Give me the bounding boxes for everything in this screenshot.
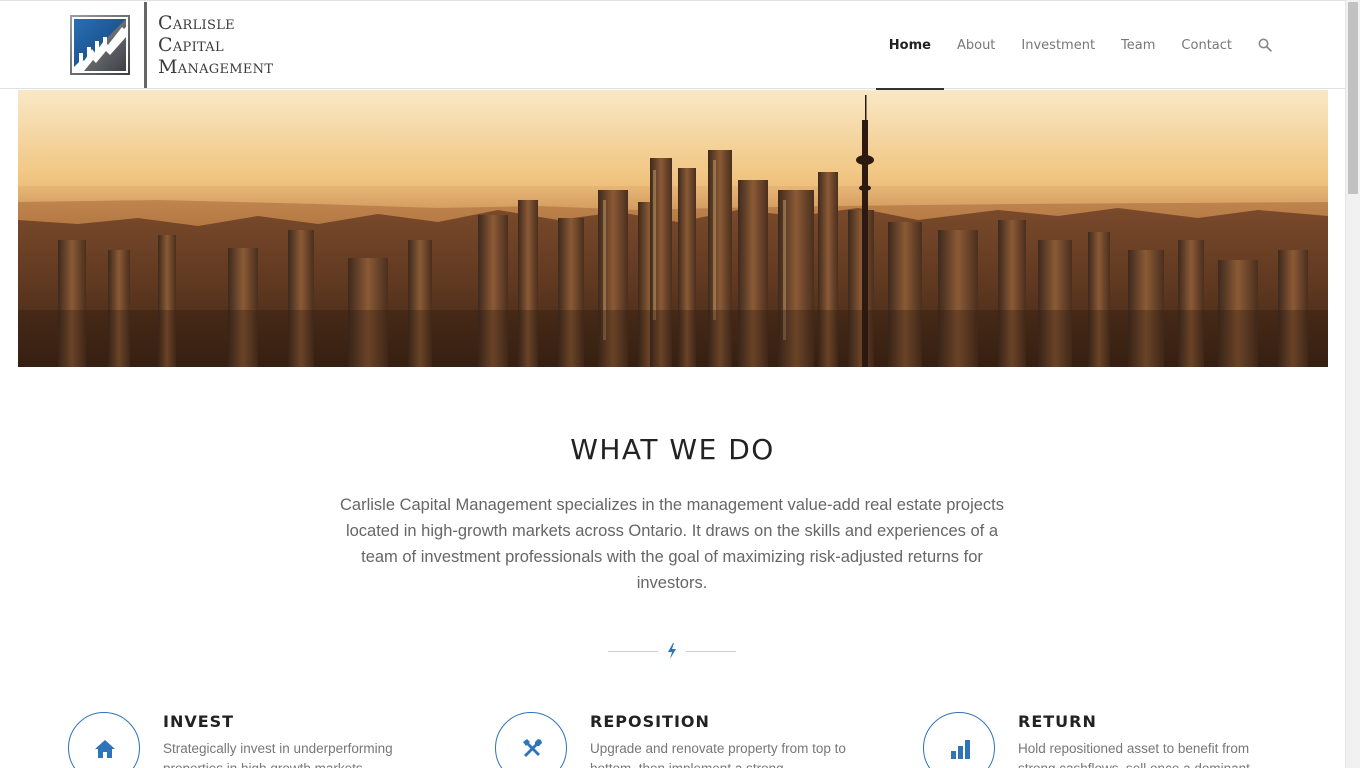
- nav-item-team[interactable]: Team: [1108, 1, 1168, 89]
- logo-line-2: Capital: [158, 34, 224, 56]
- nav-item-about[interactable]: About: [944, 1, 1008, 89]
- separator-line-left: [608, 651, 658, 652]
- feature-invest: INVEST Strategically invest in underperf…: [68, 712, 428, 768]
- feature-text: Strategically invest in underperforming …: [163, 741, 393, 768]
- nav-item-home[interactable]: Home: [875, 1, 945, 90]
- section-title: WHAT WE DO: [570, 433, 775, 466]
- hero-image: [18, 90, 1328, 367]
- page: Carlisle Capital Management Home About I…: [0, 0, 1345, 768]
- scrollbar-thumb[interactable]: [1348, 2, 1358, 194]
- feature-text: Hold repositioned asset to benefit from …: [1018, 741, 1250, 768]
- feature-title: REPOSITION: [590, 712, 710, 731]
- section-separator: [608, 643, 736, 659]
- intro-text: Carlisle Capital Management specializes …: [339, 496, 1005, 592]
- tools-icon: [523, 739, 542, 757]
- feature-text: Upgrade and renovate property from top t…: [590, 741, 846, 768]
- city-skyline-image: [18, 90, 1328, 367]
- logo-divider: [144, 2, 147, 88]
- nav-item-investment[interactable]: Investment: [1008, 1, 1108, 89]
- main-nav: Home About Investment Team Contact: [875, 1, 1285, 90]
- logo-wordmark: Carlisle Capital Management: [158, 12, 273, 78]
- lightning-bolt-icon: [668, 643, 676, 659]
- feature-icon-circle: [495, 712, 567, 768]
- feature-title: RETURN: [1018, 712, 1097, 731]
- search-button[interactable]: [1245, 1, 1285, 89]
- nav-item-contact[interactable]: Contact: [1168, 1, 1245, 89]
- feature-reposition: REPOSITION Upgrade and renovate property…: [495, 712, 855, 768]
- logo-line-1: Carlisle: [158, 12, 235, 34]
- logo-line-3: Management: [158, 56, 274, 78]
- feature-icon-circle: [923, 712, 995, 768]
- feature-title: INVEST: [163, 712, 235, 731]
- feature-return: RETURN Hold repositioned asset to benefi…: [923, 712, 1283, 768]
- site-header: Carlisle Capital Management Home About I…: [0, 0, 1345, 90]
- home-icon: [95, 740, 115, 758]
- site-logo[interactable]: Carlisle Capital Management: [70, 1, 273, 89]
- search-icon: [1258, 38, 1272, 52]
- page-scrollbar[interactable]: [1345, 0, 1360, 768]
- bar-chart-icon: [951, 740, 970, 759]
- feature-icon-circle: [68, 712, 140, 768]
- separator-line-right: [686, 651, 736, 652]
- logo-chart-icon: [70, 15, 130, 75]
